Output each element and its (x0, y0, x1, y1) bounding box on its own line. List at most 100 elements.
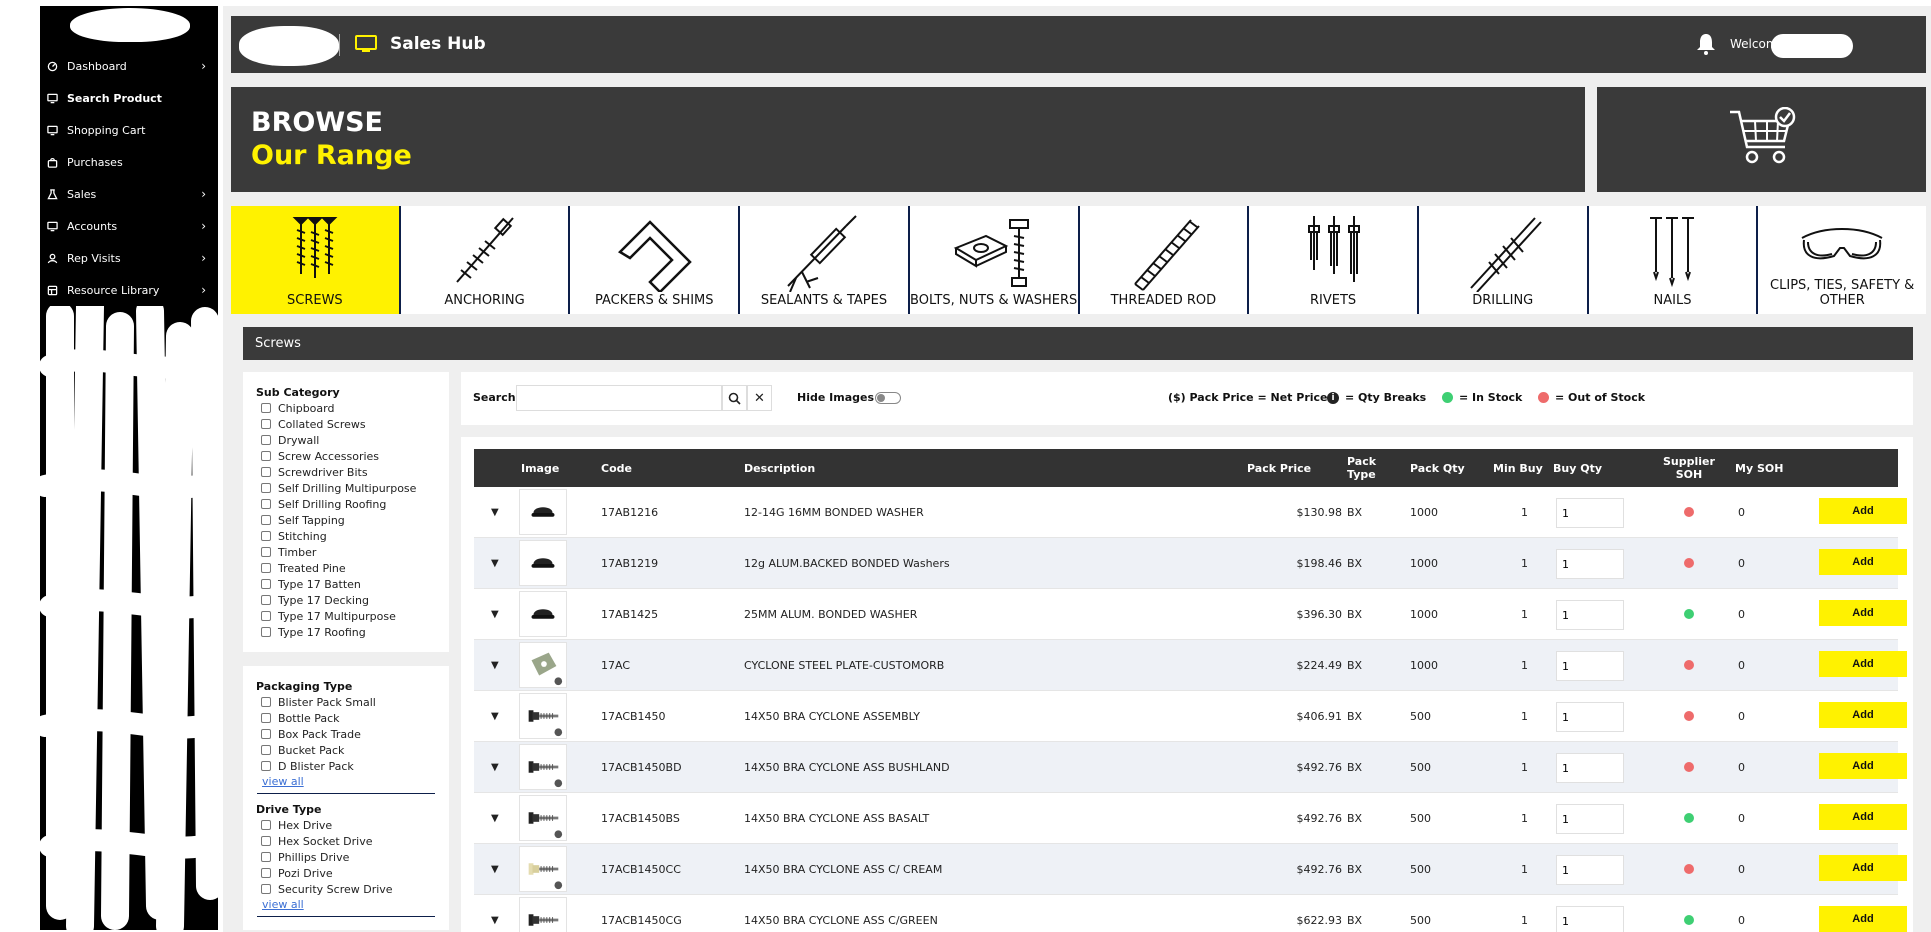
expand-caret-icon[interactable]: ▼ (491, 538, 499, 589)
checkbox[interactable] (261, 547, 271, 557)
filter-option[interactable]: Stitching (261, 528, 449, 544)
sidebar-item-resource-library[interactable]: Resource Library › (40, 274, 218, 306)
checkbox[interactable] (261, 761, 271, 771)
category-packers-shims[interactable]: PACKERS & SHIMS (570, 206, 741, 314)
category-sealants-tapes[interactable]: SEALANTS & TAPES (740, 206, 910, 314)
category-nails[interactable]: NAILS (1588, 206, 1759, 314)
filter-option[interactable]: Treated Pine (261, 560, 449, 576)
bell-icon[interactable] (1695, 32, 1717, 56)
checkbox[interactable] (261, 852, 271, 862)
filter-option[interactable]: Phillips Drive (261, 849, 449, 865)
product-thumbnail[interactable] (519, 540, 567, 586)
filter-option[interactable]: Pozi Drive (261, 865, 449, 881)
buy-qty-input[interactable] (1556, 804, 1624, 834)
checkbox[interactable] (261, 884, 271, 894)
drive-view-all-link[interactable]: view all (262, 897, 449, 913)
buy-qty-input[interactable] (1556, 906, 1624, 932)
filter-option[interactable]: Self Tapping (261, 512, 449, 528)
checkbox[interactable] (261, 836, 271, 846)
add-to-cart-button[interactable]: Add (1819, 600, 1907, 626)
checkbox[interactable] (261, 467, 271, 477)
expand-caret-icon[interactable]: ▼ (491, 691, 499, 742)
product-thumbnail[interactable] (519, 897, 567, 932)
hide-images-toggle[interactable] (875, 392, 901, 404)
checkbox[interactable] (261, 499, 271, 509)
category-rivets[interactable]: RIVETS (1249, 206, 1419, 314)
sidebar-item-search-product[interactable]: Search Product (40, 82, 218, 114)
add-to-cart-button[interactable]: Add (1819, 906, 1907, 932)
checkbox[interactable] (261, 627, 271, 637)
checkbox[interactable] (261, 515, 271, 525)
expand-caret-icon[interactable]: ▼ (491, 640, 499, 691)
filter-option[interactable]: D Blister Pack (261, 758, 449, 774)
add-to-cart-button[interactable]: Add (1819, 702, 1907, 728)
checkbox[interactable] (261, 451, 271, 461)
filter-option[interactable]: Type 17 Roofing (261, 624, 449, 640)
checkbox[interactable] (261, 729, 271, 739)
product-thumbnail[interactable] (519, 642, 567, 688)
expand-caret-icon[interactable]: ▼ (491, 793, 499, 844)
checkbox[interactable] (261, 611, 271, 621)
filter-option[interactable]: Bottle Pack (261, 710, 449, 726)
filter-option[interactable]: Chipboard (261, 400, 449, 416)
filter-option[interactable]: Type 17 Batten (261, 576, 449, 592)
product-thumbnail[interactable] (519, 489, 567, 535)
add-to-cart-button[interactable]: Add (1819, 651, 1907, 677)
expand-caret-icon[interactable]: ▼ (491, 742, 499, 793)
checkbox[interactable] (261, 403, 271, 413)
add-to-cart-button[interactable]: Add (1819, 804, 1907, 830)
filter-option[interactable]: Type 17 Multipurpose (261, 608, 449, 624)
sidebar-item-rep-visits[interactable]: Rep Visits › (40, 242, 218, 274)
product-thumbnail[interactable] (519, 846, 567, 892)
checkbox[interactable] (261, 435, 271, 445)
sidebar-item-accounts[interactable]: Accounts › (40, 210, 218, 242)
expand-caret-icon[interactable]: ▼ (491, 589, 499, 640)
packaging-view-all-link[interactable]: view all (262, 774, 449, 790)
product-thumbnail[interactable] (519, 744, 567, 790)
filter-option[interactable]: Box Pack Trade (261, 726, 449, 742)
checkbox[interactable] (261, 868, 271, 878)
filter-option[interactable]: Security Screw Drive (261, 881, 449, 897)
expand-caret-icon[interactable]: ▼ (491, 895, 499, 932)
checkbox[interactable] (261, 820, 271, 830)
buy-qty-input[interactable] (1556, 498, 1624, 528)
buy-qty-input[interactable] (1556, 702, 1624, 732)
buy-qty-input[interactable] (1556, 753, 1624, 783)
add-to-cart-button[interactable]: Add (1819, 753, 1907, 779)
checkbox[interactable] (261, 531, 271, 541)
checkbox[interactable] (261, 419, 271, 429)
product-thumbnail[interactable] (519, 591, 567, 637)
sidebar-item-purchases[interactable]: Purchases (40, 146, 218, 178)
add-to-cart-button[interactable]: Add (1819, 855, 1907, 881)
filter-option[interactable]: Hex Drive (261, 817, 449, 833)
filter-option[interactable]: Self Drilling Roofing (261, 496, 449, 512)
search-button[interactable] (722, 385, 747, 411)
add-to-cart-button[interactable]: Add (1819, 498, 1907, 524)
category-screws[interactable]: SCREWS (231, 206, 401, 314)
filter-option[interactable]: Hex Socket Drive (261, 833, 449, 849)
filter-option[interactable]: Screw Accessories (261, 448, 449, 464)
sidebar-item-sales[interactable]: Sales › (40, 178, 218, 210)
filter-option[interactable]: Timber (261, 544, 449, 560)
filter-option[interactable]: Collated Screws (261, 416, 449, 432)
cart-button[interactable] (1597, 87, 1926, 192)
category-clips-ties-safety[interactable]: CLIPS, TIES, SAFETY & OTHER (1758, 206, 1927, 314)
filter-option[interactable]: Bucket Pack (261, 742, 449, 758)
category-drilling[interactable]: DRILLING (1418, 206, 1589, 314)
add-to-cart-button[interactable]: Add (1819, 549, 1907, 575)
checkbox[interactable] (261, 713, 271, 723)
clear-search-button[interactable]: ✕ (747, 385, 772, 411)
checkbox[interactable] (261, 563, 271, 573)
search-input[interactable] (516, 385, 722, 411)
buy-qty-input[interactable] (1556, 549, 1624, 579)
filter-option[interactable]: Screwdriver Bits (261, 464, 449, 480)
filter-option[interactable]: Type 17 Decking (261, 592, 449, 608)
product-thumbnail[interactable] (519, 693, 567, 739)
expand-caret-icon[interactable]: ▼ (491, 844, 499, 895)
buy-qty-input[interactable] (1556, 855, 1624, 885)
checkbox[interactable] (261, 745, 271, 755)
checkbox[interactable] (261, 579, 271, 589)
filter-option[interactable]: Blister Pack Small (261, 694, 449, 710)
checkbox[interactable] (261, 697, 271, 707)
category-bolts-nuts-washers[interactable]: BOLTS, NUTS & WASHERS (909, 206, 1080, 314)
